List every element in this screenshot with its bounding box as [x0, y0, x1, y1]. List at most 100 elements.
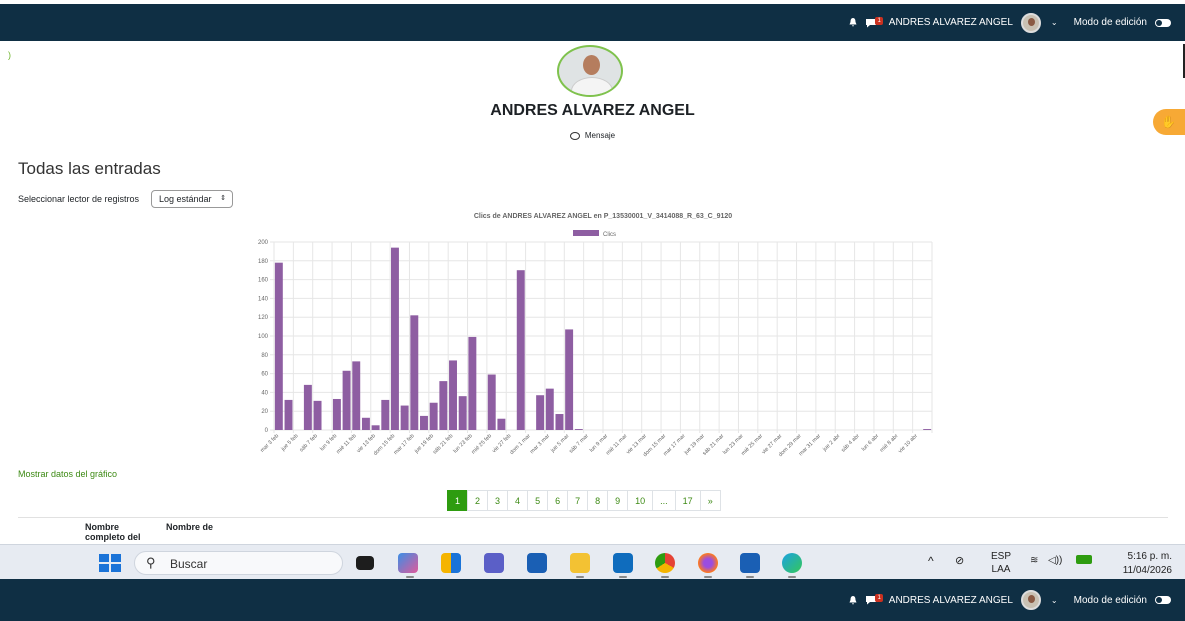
- table-header-fullname[interactable]: Nombre completo del: [85, 522, 155, 542]
- x-tick-label: lun 6 abr: [861, 433, 880, 452]
- chevron-down-icon[interactable]: ⌄: [1051, 18, 1058, 27]
- y-tick-label: 60: [261, 372, 268, 378]
- page-link[interactable]: 6: [547, 490, 568, 511]
- x-tick-label: sáb 4 abr: [840, 433, 861, 454]
- windows-start-icon[interactable]: [99, 554, 121, 572]
- outlook-icon[interactable]: [613, 553, 633, 573]
- show-chart-data-link[interactable]: Mostrar datos del gráfico: [18, 469, 117, 479]
- taskbar-search-placeholder: Buscar: [170, 557, 208, 571]
- y-tick-label: 140: [258, 296, 269, 302]
- snipping-tool-icon[interactable]: [398, 553, 418, 573]
- firefox-icon[interactable]: [698, 553, 718, 573]
- task-view-icon[interactable]: [356, 556, 374, 570]
- volume-icon[interactable]: ◁)): [1048, 555, 1062, 566]
- table-header-name[interactable]: Nombre de: [166, 522, 226, 532]
- clicks-chart: Clics de ANDRES ALVAREZ ANGEL en P_13530…: [258, 213, 933, 458]
- log-reader-select[interactable]: Log estándar ⇕: [151, 190, 233, 208]
- bar: [390, 247, 399, 430]
- clock-time: 5:16 p. m.: [1127, 551, 1172, 562]
- bar: [420, 415, 428, 430]
- bell-icon[interactable]: [849, 18, 857, 27]
- message-button[interactable]: Mensaje: [0, 131, 1185, 140]
- running-indicator: [661, 576, 669, 578]
- bar: [284, 399, 293, 430]
- bar: [468, 336, 477, 430]
- edge-icon[interactable]: [782, 553, 802, 573]
- x-tick-label: jue 2 abr: [821, 433, 841, 453]
- bar: [487, 374, 496, 430]
- store-icon[interactable]: [527, 553, 547, 573]
- user-name[interactable]: ANDRES ALVAREZ ANGEL: [889, 17, 1013, 28]
- edit-mode-toggle[interactable]: [1155, 596, 1171, 604]
- chevron-up-icon[interactable]: ^: [928, 554, 934, 568]
- page-link[interactable]: 10: [627, 490, 653, 511]
- running-indicator: [788, 576, 796, 578]
- user-name[interactable]: ANDRES ALVAREZ ANGEL: [889, 595, 1013, 606]
- handshake-button[interactable]: ✋: [1153, 109, 1185, 135]
- page-link[interactable]: ...: [652, 490, 675, 511]
- language-indicator[interactable]: ESP LAA: [990, 550, 1012, 576]
- bar: [381, 399, 390, 430]
- page-link[interactable]: 3: [487, 490, 508, 511]
- user-avatar[interactable]: [1020, 590, 1041, 610]
- page-link[interactable]: 8: [587, 490, 608, 511]
- edit-mode-label: Modo de edición: [1073, 17, 1147, 28]
- taskbar-search[interactable]: ⚲ Buscar: [134, 551, 343, 575]
- page-title: Todas las entradas: [18, 159, 161, 178]
- bar: [429, 402, 438, 430]
- battery-icon[interactable]: [1076, 555, 1092, 564]
- page-link[interactable]: 17: [674, 490, 700, 511]
- system-clock[interactable]: 5:16 p. m. 11/04/2026: [1108, 550, 1172, 578]
- y-tick-label: 0: [265, 428, 269, 434]
- messages-count-badge: 1: [875, 594, 883, 602]
- navbar-user-area: 1 ANDRES ALVAREZ ANGEL ⌄ Modo de edición: [849, 4, 1171, 41]
- running-indicator: [619, 576, 627, 578]
- y-tick-label: 80: [261, 353, 268, 359]
- navbar-user-area: 1 ANDRES ALVAREZ ANGEL ⌄ Modo de edición: [849, 579, 1171, 621]
- chevron-down-icon[interactable]: ⌄: [1051, 596, 1058, 605]
- chat-icon: [569, 131, 580, 140]
- messages-icon[interactable]: 1: [865, 594, 883, 605]
- os-taskbar: ⚲ Buscar ^ ⊘ ESP LAA ≋ ◁)) 5:16 p. m. 11…: [0, 544, 1185, 580]
- page-link[interactable]: 5: [527, 490, 548, 511]
- x-tick-label: mar 3 feb: [260, 433, 281, 454]
- bar: [361, 417, 370, 430]
- profile-name: ANDRES ALVAREZ ANGEL: [490, 102, 695, 119]
- bar: [536, 395, 545, 430]
- user-avatar[interactable]: [1020, 12, 1041, 33]
- drawer-toggle-icon[interactable]: ): [8, 50, 11, 60]
- teams-icon[interactable]: [484, 553, 504, 573]
- power-bi-icon[interactable]: [441, 553, 461, 573]
- page-link[interactable]: 9: [607, 490, 628, 511]
- messages-icon[interactable]: 1: [865, 16, 883, 28]
- cloud-offline-icon[interactable]: ⊘: [955, 554, 964, 567]
- profile-avatar: [557, 45, 623, 97]
- page-link[interactable]: 1: [447, 490, 468, 511]
- x-tick-label: mar 17 feb: [393, 433, 416, 456]
- y-tick-label: 20: [261, 409, 268, 415]
- chrome-icon[interactable]: [655, 553, 675, 573]
- x-tick-label: jue 5 mar: [549, 433, 570, 454]
- running-indicator: [704, 576, 712, 578]
- page-link[interactable]: 7: [567, 490, 588, 511]
- file-explorer-icon[interactable]: [570, 553, 590, 573]
- bar: [923, 429, 932, 430]
- y-tick-label: 120: [258, 315, 269, 321]
- page-link[interactable]: 2: [467, 490, 488, 511]
- page-link[interactable]: 4: [507, 490, 528, 511]
- chart-title: Clics de ANDRES ALVAREZ ANGEL en P_13530…: [474, 213, 732, 220]
- legend-swatch: [573, 230, 599, 236]
- bar: [352, 361, 361, 430]
- bell-icon[interactable]: [849, 595, 857, 605]
- y-tick-label: 200: [258, 240, 269, 246]
- bar: [458, 396, 467, 430]
- keyboard-layout: LAA: [991, 564, 1011, 575]
- word-icon[interactable]: [740, 553, 760, 573]
- edit-mode-label: Modo de edición: [1073, 594, 1147, 606]
- page-link[interactable]: »: [699, 490, 721, 511]
- bar: [565, 329, 574, 430]
- edit-mode-toggle[interactable]: [1155, 18, 1171, 27]
- wifi-icon[interactable]: ≋: [1030, 555, 1038, 566]
- y-tick-label: 100: [258, 334, 269, 340]
- x-tick-label: lun 9 feb: [319, 433, 338, 452]
